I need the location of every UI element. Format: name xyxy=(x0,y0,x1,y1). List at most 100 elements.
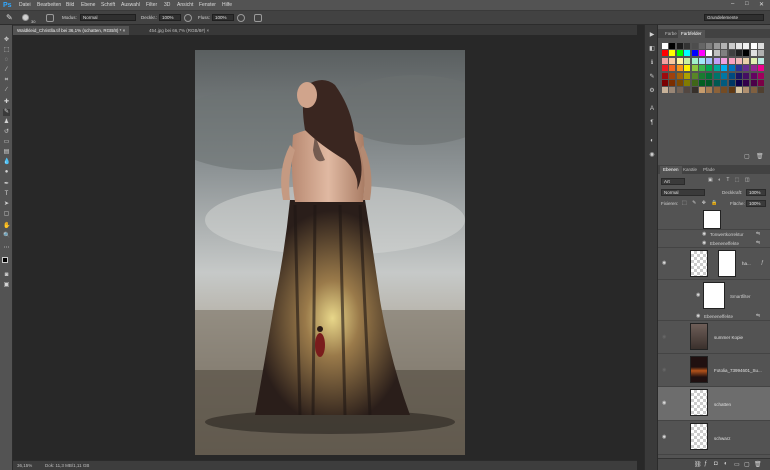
mode-select[interactable]: Normal xyxy=(80,14,136,21)
color-swatch[interactable] xyxy=(728,72,735,79)
menu-bearbeiten[interactable]: Bearbeiten xyxy=(37,2,61,8)
color-swatch[interactable] xyxy=(676,87,683,94)
type-tool-icon[interactable]: T xyxy=(3,191,10,198)
blur-tool-icon[interactable]: 💧 xyxy=(3,159,10,166)
layer-name[interactable]: Fotolia_73994601_Su... xyxy=(714,368,762,373)
color-swatch[interactable] xyxy=(691,80,698,86)
eye-icon[interactable]: ◉ xyxy=(702,240,706,246)
color-swatch[interactable] xyxy=(706,50,713,57)
color-swatch[interactable] xyxy=(728,65,735,72)
color-swatch[interactable] xyxy=(736,65,742,72)
color-swatch[interactable] xyxy=(743,50,750,57)
color-swatch[interactable] xyxy=(684,80,691,86)
color-swatch[interactable] xyxy=(669,72,676,79)
adjustments-icon[interactable]: ◐ xyxy=(648,137,656,145)
color-swatch[interactable] xyxy=(713,80,720,86)
color-swatch[interactable] xyxy=(728,43,735,49)
color-swatch[interactable] xyxy=(662,50,668,57)
menu-ansicht[interactable]: Ansicht xyxy=(177,2,193,8)
maximize-icon[interactable]: □ xyxy=(745,1,749,7)
color-swatch[interactable] xyxy=(736,80,742,86)
color-swatch[interactable] xyxy=(699,57,705,64)
color-swatch[interactable] xyxy=(743,57,750,64)
color-swatch[interactable] xyxy=(721,50,728,57)
color-swatch[interactable] xyxy=(728,57,735,64)
shape-tool-icon[interactable]: ▢ xyxy=(3,211,10,218)
document-canvas[interactable] xyxy=(195,50,465,455)
color-swatch[interactable] xyxy=(713,87,720,94)
menu-bild[interactable]: Bild xyxy=(66,2,74,8)
move-tool-icon[interactable]: ✥ xyxy=(3,37,10,44)
color-swatch[interactable] xyxy=(721,87,728,94)
color-swatch[interactable] xyxy=(662,87,668,94)
color-swatch[interactable] xyxy=(713,57,720,64)
color-swatch[interactable] xyxy=(662,43,668,49)
color-swatch[interactable] xyxy=(706,43,713,49)
styles-icon[interactable]: ◉ xyxy=(648,151,656,159)
color-swatch[interactable] xyxy=(750,65,757,72)
color-swatch[interactable] xyxy=(758,57,765,64)
menu-datei[interactable]: Datei xyxy=(19,2,31,8)
layer-row[interactable] xyxy=(658,210,770,230)
marquee-tool-icon[interactable]: ⬚ xyxy=(3,47,10,54)
layer-name[interactable]: summer Kopie xyxy=(714,335,743,340)
effect-options-icon[interactable]: ⇋ xyxy=(756,313,760,319)
eye-icon[interactable]: ◉ xyxy=(696,313,700,319)
color-swatch[interactable] xyxy=(736,43,742,49)
color-swatch[interactable] xyxy=(676,65,683,72)
color-swatch[interactable] xyxy=(743,72,750,79)
layer-row[interactable]: ◉ schwarz xyxy=(658,421,770,455)
layer-style-icon[interactable]: ƒ xyxy=(704,461,707,467)
layer-row-selected[interactable]: ◉ schatten xyxy=(658,387,770,421)
delete-layer-icon[interactable]: 🗑 xyxy=(754,461,762,468)
color-swatch[interactable] xyxy=(750,72,757,79)
menu-ebene[interactable]: Ebene xyxy=(81,2,95,8)
add-mask-icon[interactable]: ◘ xyxy=(714,461,718,467)
link-layers-icon[interactable]: ⛓ xyxy=(694,461,702,468)
close-icon[interactable]: ✕ xyxy=(759,1,764,8)
color-swatch[interactable] xyxy=(721,65,728,72)
color-swatch[interactable] xyxy=(750,57,757,64)
flow-field[interactable]: 100% xyxy=(212,14,234,21)
zoom-tool-icon[interactable]: 🔍 xyxy=(3,233,10,240)
color-swatch[interactable] xyxy=(758,50,765,57)
eye-icon[interactable]: ◉ xyxy=(662,260,666,266)
color-swatch[interactable] xyxy=(750,80,757,86)
eye-icon[interactable]: ◉ xyxy=(696,292,700,298)
color-swatch[interactable] xyxy=(706,72,713,79)
color-swatch[interactable] xyxy=(743,65,750,72)
workspace-select[interactable]: Grundelemente xyxy=(704,14,764,21)
adjustment-layer-icon[interactable]: ◐ xyxy=(724,461,728,467)
color-swatch[interactable] xyxy=(669,57,676,64)
eye-icon[interactable]: ◉ xyxy=(662,334,666,340)
menu-hilfe[interactable]: Hilfe xyxy=(222,2,232,8)
color-swatch[interactable] xyxy=(684,57,691,64)
color-swatch[interactable] xyxy=(706,80,713,86)
brush-presets-icon[interactable]: ✎ xyxy=(648,73,656,81)
layer-name[interactable]: schatten xyxy=(714,402,731,407)
layer-effect-row[interactable]: ◉ Ebeneneffekte ⇋ xyxy=(658,312,770,321)
color-swatch[interactable] xyxy=(691,43,698,49)
brush-panel-icon[interactable] xyxy=(46,14,54,22)
color-swatch[interactable] xyxy=(721,72,728,79)
color-swatch[interactable] xyxy=(758,80,765,86)
color-swatch[interactable] xyxy=(699,80,705,86)
color-swatch[interactable] xyxy=(743,43,750,49)
character-icon[interactable]: A xyxy=(648,105,656,113)
tab-waldkleid[interactable]: Waldkleid_Christlla.tif bei 36,1% (schat… xyxy=(13,26,130,35)
airbrush-icon[interactable] xyxy=(237,14,245,22)
gradient-tool-icon[interactable]: ▤ xyxy=(3,149,10,156)
color-swatch[interactable] xyxy=(736,50,742,57)
eye-icon[interactable]: ◉ xyxy=(702,231,706,237)
menu-auswahl[interactable]: Auswahl xyxy=(121,2,140,8)
color-swatch[interactable] xyxy=(684,72,691,79)
color-swatch[interactable] xyxy=(676,72,683,79)
layer-row[interactable]: ◉ summer Kopie xyxy=(658,321,770,354)
menu-fenster[interactable]: Fenster xyxy=(199,2,216,8)
layer-name[interactable]: ha... xyxy=(742,261,751,266)
color-swatch[interactable] xyxy=(728,80,735,86)
color-swatch[interactable] xyxy=(713,72,720,79)
color-swatch[interactable] xyxy=(669,87,676,94)
menu-schrift[interactable]: Schrift xyxy=(101,2,115,8)
color-swatch[interactable] xyxy=(676,50,683,57)
